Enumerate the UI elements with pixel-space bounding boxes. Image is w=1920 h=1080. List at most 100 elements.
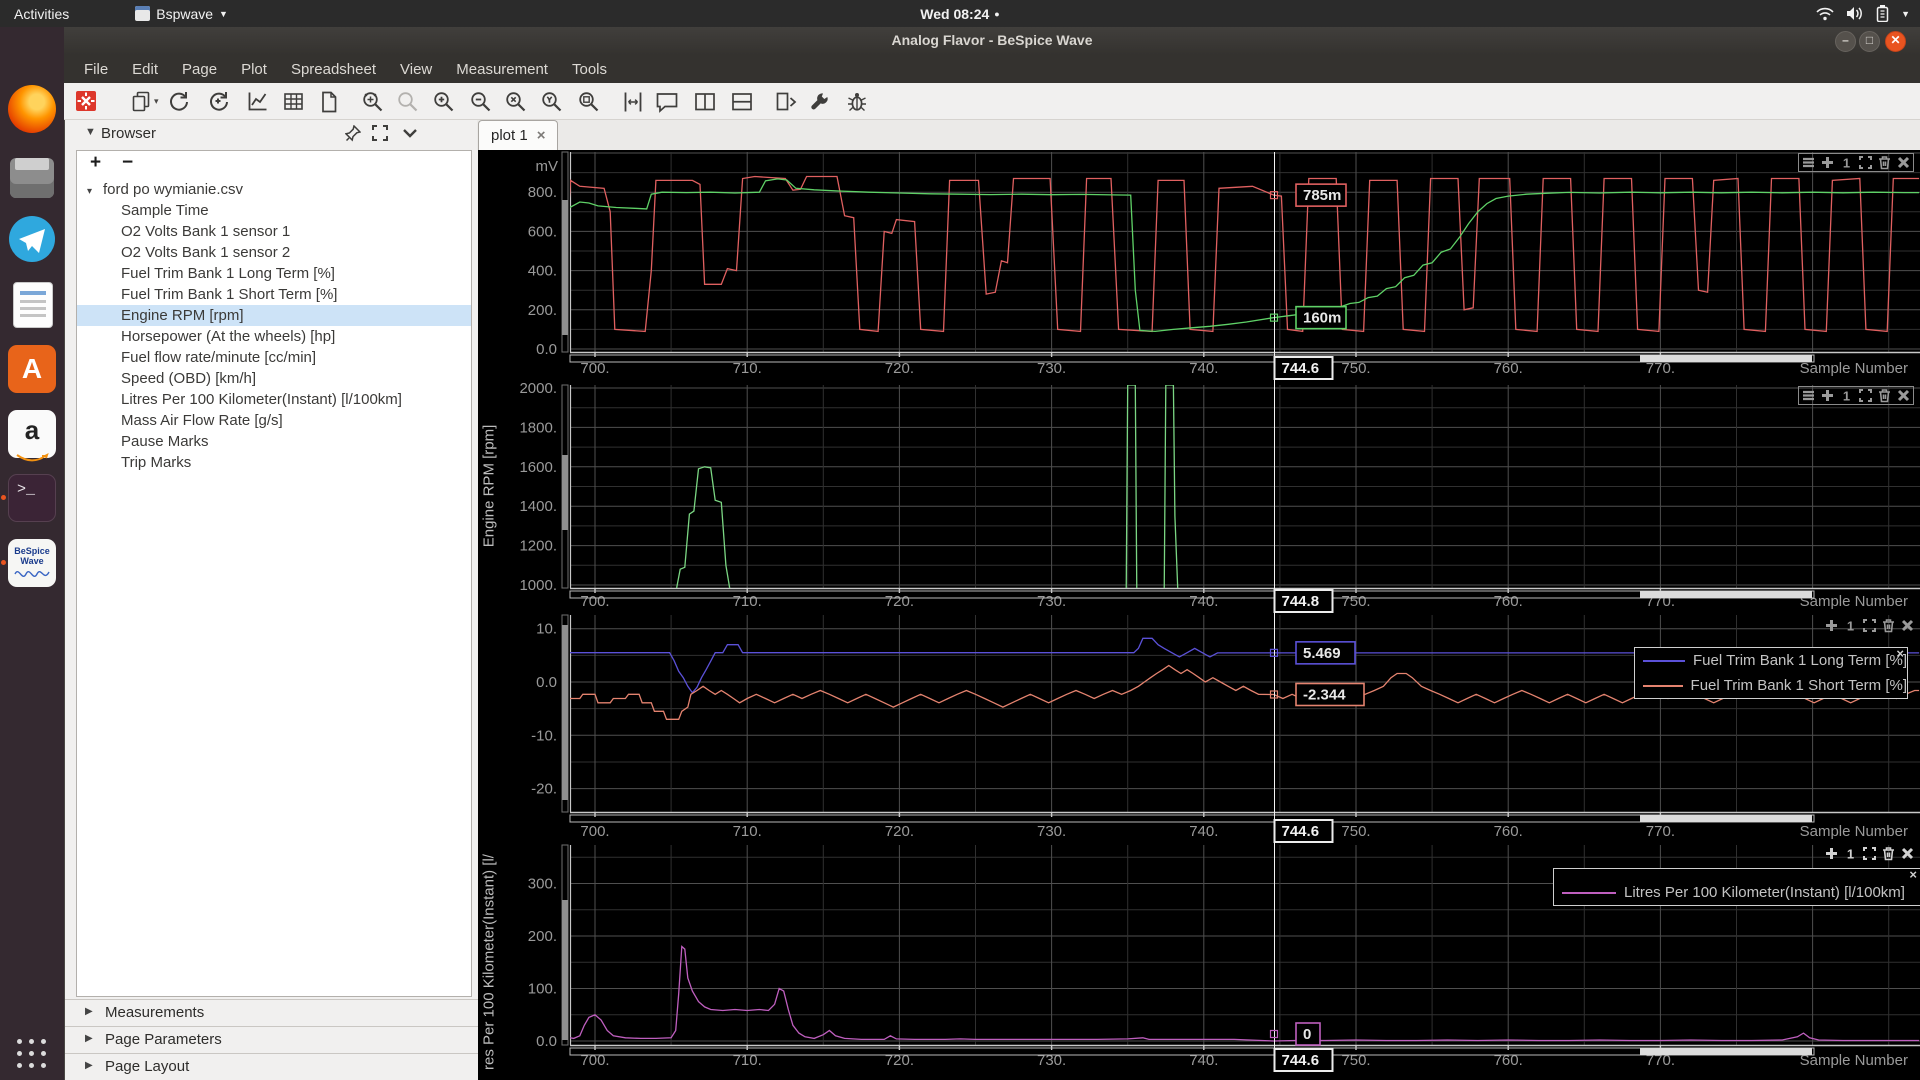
tree-item-fuel-trim-bank-1-long-term[interactable]: Fuel Trim Bank 1 Long Term [%] bbox=[77, 263, 471, 284]
tree-item-horsepower-at-the-wheels-hp[interactable]: Horsepower (At the wheels) [hp] bbox=[77, 326, 471, 347]
plot-one-icon[interactable]: 1 bbox=[1839, 155, 1854, 171]
tree-item-litres-per-100-kilometer-instant-l-100km[interactable]: Litres Per 100 Kilometer(Instant) [l/100… bbox=[77, 389, 471, 410]
dock-item-bespice-wave[interactable]: BeSpice Wave bbox=[8, 539, 56, 587]
plot-add-icon[interactable] bbox=[1820, 388, 1835, 403]
toolbar-zoom-fit-icon[interactable] bbox=[359, 88, 385, 114]
plot-trash-icon[interactable] bbox=[1881, 618, 1896, 633]
dock-item-documents[interactable] bbox=[8, 280, 56, 328]
toolbar-chart-icon[interactable] bbox=[244, 88, 270, 114]
panel-section-measurements[interactable]: ▶ Measurements bbox=[65, 999, 478, 1026]
clock[interactable]: Wed 08:24 ● bbox=[0, 6, 1920, 22]
chevron-down-icon[interactable] bbox=[402, 125, 422, 143]
toolbar-zoom-x-icon[interactable] bbox=[502, 88, 528, 114]
tree-item-speed-obd-km-h[interactable]: Speed (OBD) [km/h] bbox=[77, 368, 471, 389]
dock-item-chat[interactable] bbox=[8, 215, 56, 263]
plot-close-icon[interactable] bbox=[1900, 846, 1915, 861]
toolbar-annotation-icon[interactable] bbox=[653, 88, 679, 114]
toolbar-new-page-icon[interactable] bbox=[315, 88, 341, 114]
toolbar-debug-bug-icon[interactable] bbox=[843, 88, 869, 114]
plot-add-icon[interactable] bbox=[1820, 155, 1835, 170]
plot-add-icon[interactable] bbox=[1824, 618, 1839, 633]
dock-item-amazon[interactable]: a bbox=[8, 410, 56, 462]
toolbar-reload-plus-icon[interactable] bbox=[205, 88, 231, 114]
toolbar-zoom-free-icon[interactable] bbox=[394, 88, 420, 114]
dock-item-software-a[interactable]: A bbox=[8, 345, 56, 393]
tree-item-o2-volts-bank-1-sensor-1[interactable]: O2 Volts Bank 1 sensor 1 bbox=[77, 221, 471, 242]
dock-item-app-grid[interactable] bbox=[8, 1030, 56, 1078]
menu-item-tools[interactable]: Tools bbox=[562, 58, 617, 81]
dock-item-firefox[interactable] bbox=[8, 85, 56, 133]
close-button[interactable]: ✕ bbox=[1885, 31, 1906, 52]
add-signal-button[interactable]: + bbox=[90, 152, 101, 174]
browser-panel-header[interactable]: ▼ Browser bbox=[65, 119, 478, 149]
toolbar-close-plot-icon[interactable] bbox=[73, 88, 99, 114]
tree-item-o2-volts-bank-1-sensor-2[interactable]: O2 Volts Bank 1 sensor 2 bbox=[77, 242, 471, 263]
menu-item-view[interactable]: View bbox=[390, 58, 442, 81]
chevron-down-icon[interactable]: ▼ bbox=[1901, 9, 1910, 19]
toolbar-settings-wrench-icon[interactable] bbox=[806, 88, 832, 114]
plot-trash-icon[interactable] bbox=[1877, 155, 1892, 170]
menu-item-plot[interactable]: Plot bbox=[231, 58, 277, 81]
toolbar-cursors-icon[interactable] bbox=[619, 88, 645, 114]
plot-add-icon[interactable] bbox=[1824, 846, 1839, 861]
tree-item-sample-time[interactable]: Sample Time bbox=[77, 200, 471, 221]
plot-menu-icon[interactable] bbox=[1801, 155, 1816, 170]
dropdown-caret-icon[interactable]: ▾ bbox=[154, 96, 159, 107]
toolbar-zoom-out-icon[interactable] bbox=[467, 88, 493, 114]
menu-item-edit[interactable]: Edit bbox=[122, 58, 168, 81]
toolbar-table-icon[interactable] bbox=[280, 88, 306, 114]
toolbar-zoom-y-icon[interactable] bbox=[538, 88, 564, 114]
menu-item-file[interactable]: File bbox=[74, 58, 118, 81]
toolbar-split-columns-icon[interactable] bbox=[691, 88, 717, 114]
tab-close-icon[interactable]: × bbox=[537, 127, 546, 144]
plot-maximize-icon[interactable] bbox=[1862, 618, 1877, 633]
plot-trash-icon[interactable] bbox=[1881, 846, 1896, 861]
plot-canvas[interactable] bbox=[477, 150, 1920, 1080]
toolbar-transpose-icon[interactable] bbox=[772, 88, 798, 114]
plot-one-icon[interactable]: 1 bbox=[1839, 388, 1854, 404]
expand-arrow-icon[interactable]: ▶ bbox=[85, 1060, 93, 1071]
toolbar-split-rows-icon[interactable] bbox=[728, 88, 754, 114]
plot-close-icon[interactable] bbox=[1900, 618, 1915, 633]
plot-maximize-icon[interactable] bbox=[1858, 155, 1873, 170]
maximize-panel-icon[interactable] bbox=[372, 125, 392, 143]
tree-item-engine-rpm-rpm[interactable]: Engine RPM [rpm] bbox=[77, 305, 471, 326]
tree-item-pause-marks[interactable]: Pause Marks bbox=[77, 431, 471, 452]
plot-one-icon[interactable]: 1 bbox=[1843, 618, 1858, 634]
plot-trash-icon[interactable] bbox=[1877, 388, 1892, 403]
menu-item-measurement[interactable]: Measurement bbox=[446, 58, 558, 81]
toolbar-zoom-in-icon[interactable] bbox=[430, 88, 456, 114]
toolbar-reload-icon[interactable] bbox=[165, 88, 191, 114]
plot-close-icon[interactable] bbox=[1896, 388, 1911, 403]
maximize-button[interactable]: □ bbox=[1859, 31, 1880, 52]
dock-item-terminal[interactable]: >_ bbox=[8, 474, 56, 522]
dock-item-files[interactable] bbox=[8, 150, 56, 198]
remove-signal-button[interactable]: − bbox=[122, 152, 133, 174]
tab-plot-1[interactable]: plot 1 × bbox=[478, 120, 559, 150]
tree-expander-icon[interactable]: ▾ bbox=[87, 181, 101, 202]
tree-root-item[interactable]: ▾ ford po wymianie.csv bbox=[77, 179, 471, 200]
minimize-button[interactable]: – bbox=[1835, 31, 1856, 52]
panel-section-page-parameters[interactable]: ▶ Page Parameters bbox=[65, 1026, 478, 1053]
toolbar-zoom-rect-icon[interactable] bbox=[575, 88, 601, 114]
plot-maximize-icon[interactable] bbox=[1858, 388, 1873, 403]
menu-item-page[interactable]: Page bbox=[172, 58, 227, 81]
tree-item-mass-air-flow-rate-g-s[interactable]: Mass Air Flow Rate [g/s] bbox=[77, 410, 471, 431]
menu-item-spreadsheet[interactable]: Spreadsheet bbox=[281, 58, 386, 81]
pin-icon[interactable] bbox=[344, 124, 365, 143]
panel-section-page-layout[interactable]: ▶ Page Layout bbox=[65, 1053, 478, 1080]
plot-maximize-icon[interactable] bbox=[1862, 846, 1877, 861]
plot-one-icon[interactable]: 1 bbox=[1843, 846, 1858, 862]
toolbar-open-file-icon[interactable] bbox=[128, 88, 154, 114]
tree-item-fuel-flow-rate-minute-cc-min[interactable]: Fuel flow rate/minute [cc/min] bbox=[77, 347, 471, 368]
plot-menu-icon[interactable] bbox=[1801, 388, 1816, 403]
expand-arrow-icon[interactable]: ▶ bbox=[85, 1006, 93, 1017]
plot-close-icon[interactable] bbox=[1896, 155, 1911, 170]
expand-arrow-icon[interactable]: ▶ bbox=[85, 1033, 93, 1044]
window-titlebar[interactable]: Analog Flavor - BeSpice Wave – □ ✕ bbox=[64, 27, 1920, 55]
system-tray[interactable]: ▼ bbox=[1816, 0, 1910, 27]
legend-close-icon[interactable]: × bbox=[1909, 867, 1917, 882]
collapse-arrow-icon[interactable]: ▼ bbox=[85, 126, 96, 138]
legend-close-icon[interactable]: × bbox=[1896, 646, 1904, 661]
tree-item-fuel-trim-bank-1-short-term[interactable]: Fuel Trim Bank 1 Short Term [%] bbox=[77, 284, 471, 305]
